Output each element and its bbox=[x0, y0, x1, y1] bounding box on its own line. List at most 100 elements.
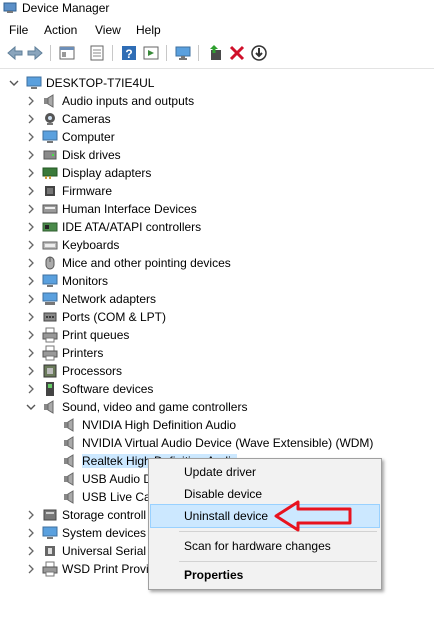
update-driver-item[interactable]: Update driver bbox=[151, 461, 379, 483]
menu-help[interactable]: Help bbox=[136, 23, 161, 37]
properties-label: Properties bbox=[184, 568, 244, 582]
tree-category-label: Ports (COM & LPT) bbox=[62, 310, 167, 324]
tree-category[interactable]: Monitors bbox=[0, 272, 434, 290]
chevron-right-icon[interactable] bbox=[26, 95, 36, 107]
chevron-right-icon[interactable] bbox=[26, 329, 36, 341]
chevron-right-icon[interactable] bbox=[26, 203, 36, 215]
tree-category[interactable]: Display adapters bbox=[0, 164, 434, 182]
chevron-right-icon[interactable] bbox=[26, 545, 36, 557]
tree-category-label: Printers bbox=[62, 346, 104, 360]
chevron-right-icon[interactable] bbox=[26, 185, 36, 197]
tree-category[interactable]: Processors bbox=[0, 362, 434, 380]
chevron-right-icon[interactable] bbox=[26, 131, 36, 143]
tree-category-label: Universal Serial B bbox=[62, 544, 158, 558]
download-icon[interactable] bbox=[250, 44, 268, 62]
uninstall-device-label: Uninstall device bbox=[184, 509, 269, 523]
tree-category-label: Storage controll bbox=[62, 508, 147, 522]
usb-icon bbox=[45, 546, 55, 556]
title-bar: Device Manager bbox=[0, 0, 434, 18]
update-driver-icon[interactable] bbox=[206, 44, 224, 62]
tree-category-label: Firmware bbox=[62, 184, 112, 198]
disk-icon bbox=[43, 150, 57, 160]
computer-root-icon bbox=[26, 76, 42, 89]
tree-category[interactable]: Print queues bbox=[0, 326, 434, 344]
tree-device[interactable]: NVIDIA High Definition Audio bbox=[0, 416, 434, 434]
chevron-right-icon[interactable] bbox=[26, 527, 36, 539]
tree-category[interactable]: Ports (COM & LPT) bbox=[0, 308, 434, 326]
chevron-down-icon[interactable] bbox=[26, 401, 36, 413]
show-hidden-icon[interactable] bbox=[142, 44, 160, 62]
uninstall-x-icon[interactable] bbox=[228, 44, 246, 62]
storage-icon bbox=[43, 509, 57, 521]
tree-category[interactable]: Cameras bbox=[0, 110, 434, 128]
display-adapter-icon bbox=[42, 167, 58, 179]
speaker-icon bbox=[44, 94, 54, 108]
chevron-right-icon[interactable] bbox=[26, 347, 36, 359]
back-arrow-icon[interactable] bbox=[6, 44, 24, 62]
tree-category[interactable]: Keyboards bbox=[0, 236, 434, 254]
tree-category-label: Display adapters bbox=[62, 166, 152, 180]
device-list-icon[interactable] bbox=[88, 44, 106, 62]
tree-category[interactable]: Sound, video and game controllers bbox=[0, 398, 434, 416]
disable-device-label: Disable device bbox=[184, 487, 263, 501]
forward-arrow-icon[interactable] bbox=[26, 44, 44, 62]
chevron-right-icon[interactable] bbox=[26, 293, 36, 305]
device-manager-icon bbox=[3, 2, 17, 13]
tree-category-label: Monitors bbox=[62, 274, 109, 288]
toolbar: ? bbox=[0, 40, 434, 69]
properties-item[interactable]: Properties bbox=[151, 564, 379, 586]
tree-category[interactable]: Disk drives bbox=[0, 146, 434, 164]
scan-hardware-item[interactable]: Scan for hardware changes bbox=[151, 535, 379, 557]
chevron-right-icon[interactable] bbox=[26, 149, 36, 161]
menu-action[interactable]: Action bbox=[44, 23, 77, 37]
tree-category-label: System devices bbox=[62, 526, 147, 540]
tree-device[interactable]: NVIDIA Virtual Audio Device (Wave Extens… bbox=[0, 434, 434, 452]
tree-device-label: NVIDIA Virtual Audio Device (Wave Extens… bbox=[82, 436, 374, 450]
mouse-icon bbox=[45, 256, 55, 270]
processor-icon bbox=[43, 364, 57, 378]
chevron-right-icon[interactable] bbox=[26, 257, 36, 269]
chevron-right-icon[interactable] bbox=[26, 239, 36, 251]
chevron-right-icon[interactable] bbox=[26, 275, 36, 287]
chip-icon bbox=[45, 186, 55, 196]
tree-root[interactable]: DESKTOP-T7IE4UL bbox=[0, 74, 434, 92]
speaker-icon bbox=[64, 454, 74, 468]
chevron-right-icon[interactable] bbox=[26, 509, 36, 521]
chevron-right-icon[interactable] bbox=[26, 113, 36, 125]
menu-bar: File Action View Help bbox=[0, 18, 434, 40]
speaker-icon bbox=[64, 418, 74, 432]
chevron-right-icon[interactable] bbox=[26, 563, 36, 575]
ide-icon bbox=[42, 222, 58, 232]
tree-category[interactable]: Audio inputs and outputs bbox=[0, 92, 434, 110]
tree-category[interactable]: Printers bbox=[0, 344, 434, 362]
chevron-down-icon[interactable] bbox=[9, 77, 19, 89]
tree-category[interactable]: Computer bbox=[0, 128, 434, 146]
chevron-right-icon[interactable] bbox=[26, 167, 36, 179]
chevron-right-icon[interactable] bbox=[26, 365, 36, 377]
tree-category[interactable]: IDE ATA/ATAPI controllers bbox=[0, 218, 434, 236]
tree-category-label: Mice and other pointing devices bbox=[62, 256, 231, 270]
tree-category[interactable]: Software devices bbox=[0, 380, 434, 398]
monitor-icon bbox=[42, 274, 58, 287]
tree-category-label: Network adapters bbox=[62, 292, 157, 306]
menu-file[interactable]: File bbox=[9, 23, 28, 37]
tree-category[interactable]: Network adapters bbox=[0, 290, 434, 308]
properties-grid-icon[interactable] bbox=[58, 44, 76, 62]
scan-hardware-label: Scan for hardware changes bbox=[184, 539, 331, 553]
chevron-right-icon[interactable] bbox=[26, 383, 36, 395]
tree-category[interactable]: Firmware bbox=[0, 182, 434, 200]
tree-category[interactable]: Human Interface Devices bbox=[0, 200, 434, 218]
help-icon[interactable]: ? bbox=[120, 44, 138, 62]
monitor-scan-icon[interactable] bbox=[174, 44, 192, 62]
menu-view[interactable]: View bbox=[95, 23, 121, 37]
tree-category[interactable]: Mice and other pointing devices bbox=[0, 254, 434, 272]
toolbar-separator bbox=[198, 45, 199, 61]
chevron-right-icon[interactable] bbox=[26, 221, 36, 233]
system-device-icon bbox=[42, 526, 58, 539]
tree-category-label: Cameras bbox=[62, 112, 111, 126]
tree-category-label: Processors bbox=[62, 364, 123, 378]
chevron-right-icon[interactable] bbox=[26, 311, 36, 323]
speaker-icon bbox=[64, 472, 74, 486]
toolbar-separator bbox=[112, 45, 113, 61]
tree-category-label: Sound, video and game controllers bbox=[62, 400, 248, 414]
